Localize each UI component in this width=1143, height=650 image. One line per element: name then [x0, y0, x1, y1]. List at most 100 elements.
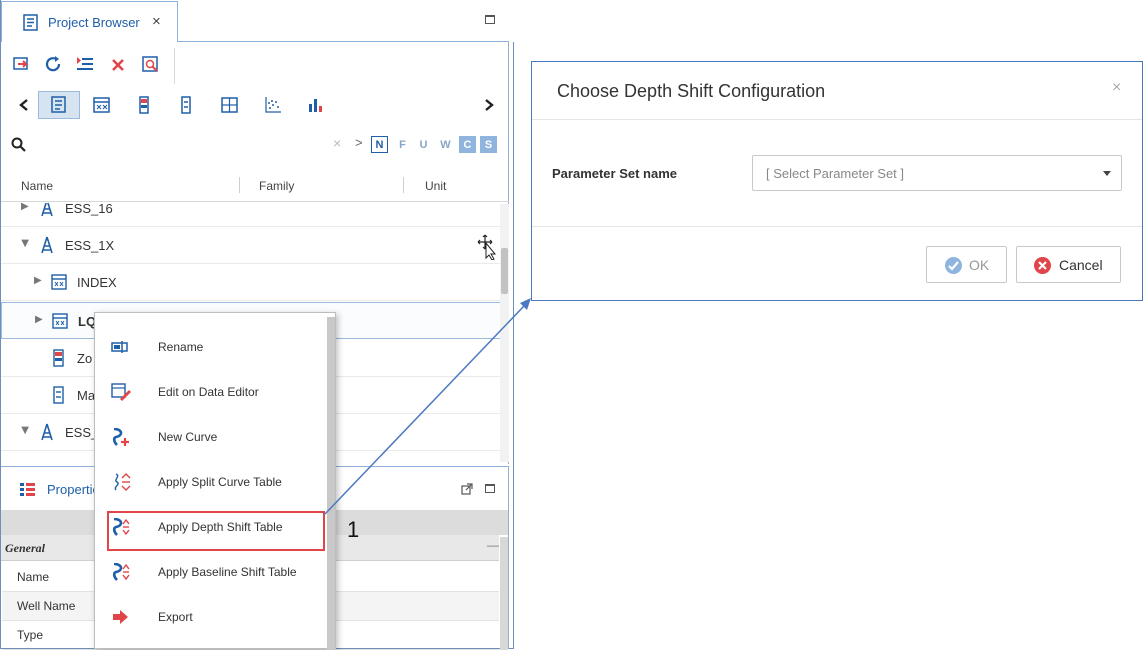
parameter-set-label: Parameter Set name: [552, 166, 678, 181]
maximize-icon[interactable]: [485, 484, 495, 493]
divider: [532, 119, 1142, 120]
tree-row-label: Ma: [77, 388, 96, 403]
zone-set-icon: [53, 349, 64, 367]
callout-number: 1: [347, 517, 360, 542]
column-separator[interactable]: [239, 177, 240, 193]
section-title: General: [5, 541, 45, 555]
property-key: Type: [17, 628, 44, 642]
column-name[interactable]: Name: [21, 179, 53, 193]
toolbar-separator: [174, 48, 175, 84]
split-curve-icon: [114, 473, 131, 491]
column-family[interactable]: Family: [259, 179, 294, 193]
zone-set-icon[interactable]: [129, 91, 159, 119]
marker-set-icon[interactable]: [171, 91, 201, 119]
cancel-icon: [1034, 257, 1051, 274]
tree-scrollbar[interactable]: [500, 204, 509, 462]
ok-button[interactable]: OK: [926, 246, 1007, 283]
tab-label: Project Browser: [48, 15, 140, 30]
list-indent-icon[interactable]: [74, 54, 96, 76]
properties-scrollbar[interactable]: [500, 537, 508, 650]
menu-item-label: Edit on Data Editor: [158, 385, 259, 399]
well-icon: [41, 423, 53, 441]
column-header: Name Family Unit: [1, 172, 509, 202]
properties-title: Propertie: [47, 482, 100, 497]
refresh-icon[interactable]: [43, 54, 65, 76]
tree-row-ess-1x[interactable]: ▶ ESS_1X: [1, 227, 501, 264]
check-icon: [945, 257, 962, 274]
filter-unit-toggle[interactable]: U: [415, 136, 432, 153]
expand-icon[interactable]: ▶: [35, 314, 43, 325]
well-icon: [41, 203, 53, 217]
filter-case-toggle[interactable]: C: [459, 136, 476, 153]
collapse-section-icon[interactable]: —: [487, 538, 499, 552]
histogram-icon[interactable]: [301, 91, 331, 119]
new-curve-icon: [112, 428, 129, 446]
menu-item-label: Rename: [158, 340, 204, 354]
property-key: Well Name: [17, 599, 76, 613]
column-unit[interactable]: Unit: [425, 179, 446, 193]
tree-row-label: INDEX: [77, 275, 117, 290]
maximize-icon[interactable]: [485, 15, 495, 24]
popout-icon[interactable]: [461, 483, 473, 495]
cancel-button[interactable]: Cancel: [1016, 246, 1121, 283]
collapse-icon[interactable]: ▶: [19, 427, 30, 435]
project-browser-icon: [23, 14, 38, 31]
menu-item-label: Apply Split Curve Table: [158, 475, 282, 489]
scrollbar-thumb[interactable]: [501, 248, 508, 294]
filter-name-toggle[interactable]: N: [371, 136, 388, 153]
chevron-down-icon: [1103, 171, 1111, 176]
menu-item-rename[interactable]: Rename: [95, 325, 327, 370]
tree-row-label: Zo: [77, 351, 93, 366]
divider: [532, 226, 1142, 227]
expand-icon[interactable]: ▶: [34, 275, 42, 286]
menu-item-export[interactable]: Export: [95, 595, 327, 640]
menu-scrollbar[interactable]: [327, 317, 335, 650]
menu-item-label: Export: [158, 610, 193, 624]
import-icon[interactable]: [10, 54, 32, 76]
dialog-title: Choose Depth Shift Configuration: [557, 81, 826, 101]
filter-s-toggle[interactable]: S: [480, 136, 497, 153]
menu-item-apply-baseline-shift[interactable]: Apply Baseline Shift Table: [95, 550, 327, 595]
column-separator[interactable]: [403, 177, 404, 193]
search-next-icon[interactable]: >: [355, 135, 363, 150]
close-icon[interactable]: ×: [152, 13, 161, 30]
view-tree-icon[interactable]: [38, 91, 80, 119]
scroll-left-icon[interactable]: [9, 91, 39, 119]
dataset-icon: [51, 274, 67, 290]
menu-item-new-curve[interactable]: New Curve: [95, 415, 327, 460]
parameter-set-select[interactable]: [ Select Parameter Set ]: [752, 155, 1122, 191]
dataset-icon: [52, 313, 68, 329]
marker-set-icon: [53, 386, 64, 404]
scroll-right-icon[interactable]: [474, 91, 504, 119]
close-icon[interactable]: ×: [1112, 79, 1121, 97]
filter-family-toggle[interactable]: F: [394, 136, 411, 153]
cancel-label: Cancel: [1059, 257, 1103, 273]
tree-row-label: ESS_1X: [65, 238, 115, 253]
well-icon: [41, 236, 53, 254]
menu-item-apply-split-curve[interactable]: Apply Split Curve Table: [95, 460, 327, 505]
expand-icon[interactable]: ▶: [21, 203, 29, 212]
menu-item-label: Apply Baseline Shift Table: [158, 565, 297, 579]
tab-project-browser[interactable]: Project Browser ×: [1, 1, 178, 42]
select-value: [ Select Parameter Set ]: [766, 166, 905, 181]
search-input[interactable]: [33, 132, 323, 156]
find-icon[interactable]: [140, 54, 162, 76]
tree-row-label: ESS_16: [65, 203, 113, 216]
properties-icon: [20, 483, 35, 496]
tree-row-index[interactable]: ▶ INDEX: [1, 264, 501, 301]
export-arrow-icon: [113, 610, 128, 624]
filter-whole-word-toggle[interactable]: W: [437, 136, 454, 153]
menu-item-edit-data-editor[interactable]: Edit on Data Editor: [95, 370, 327, 415]
table-icon[interactable]: [215, 91, 245, 119]
depth-shift-dialog: Choose Depth Shift Configuration × Param…: [531, 61, 1143, 301]
menu-item-label: New Curve: [158, 430, 218, 444]
collapse-icon[interactable]: ▶: [19, 240, 30, 248]
crossplot-icon[interactable]: [258, 91, 288, 119]
edit-table-icon: [111, 383, 131, 401]
dataset-icon[interactable]: [87, 91, 117, 119]
highlight-box: [107, 511, 325, 551]
property-key: Name: [17, 570, 50, 584]
delete-icon[interactable]: [107, 54, 129, 76]
tree-row-ess-16[interactable]: ▶ ESS_16: [1, 203, 501, 227]
clear-search-icon[interactable]: ×: [333, 135, 341, 151]
